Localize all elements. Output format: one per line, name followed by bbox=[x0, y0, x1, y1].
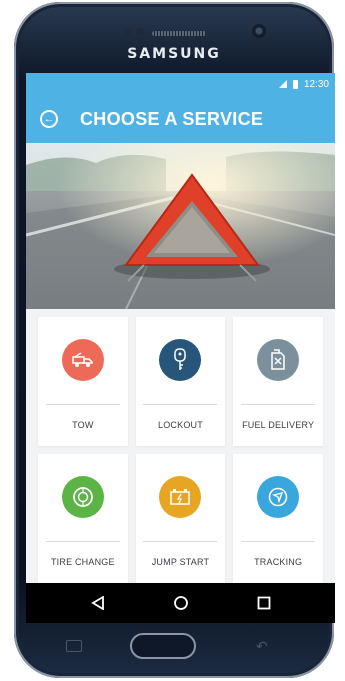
service-grid: TOW LOCKOUT FUEL DELIVERY TIRE CHANGE JU… bbox=[26, 309, 335, 583]
hero-image bbox=[26, 143, 335, 309]
physical-home-button[interactable] bbox=[130, 633, 196, 659]
tow-truck-icon bbox=[61, 339, 104, 381]
car-key-icon bbox=[159, 339, 202, 381]
home-circle-icon[interactable] bbox=[169, 591, 193, 615]
service-tile-tow[interactable]: TOW bbox=[38, 317, 128, 446]
warning-triangle-illustration bbox=[26, 143, 335, 309]
service-tile-tracking[interactable]: TRACKING bbox=[233, 454, 323, 583]
recent-apps-key[interactable] bbox=[66, 640, 82, 652]
service-tile-jump-start[interactable]: JUMP START bbox=[135, 454, 226, 583]
service-label: TRACKING bbox=[254, 557, 303, 567]
tire-icon bbox=[61, 476, 104, 518]
tile-divider bbox=[241, 404, 316, 405]
service-label: TOW bbox=[72, 420, 94, 430]
back-arrow-circle-icon[interactable]: ← bbox=[40, 110, 58, 128]
system-nav-bar bbox=[26, 583, 335, 623]
battery-status-icon bbox=[292, 79, 298, 89]
app-header: ← CHOOSE A SERVICE bbox=[26, 95, 335, 143]
app-screen: 12:30 ← CHOOSE A SERVICE TOW LOCKOUT FUE… bbox=[26, 73, 335, 623]
tile-divider bbox=[241, 541, 316, 542]
status-bar: 12:30 bbox=[26, 73, 335, 95]
service-tile-lockout[interactable]: LOCKOUT bbox=[135, 317, 226, 446]
tile-divider bbox=[45, 541, 120, 542]
service-label: JUMP START bbox=[151, 557, 210, 567]
service-label: FUEL DELIVERY bbox=[242, 420, 315, 430]
device-brand: SAMSUNG bbox=[127, 46, 221, 62]
service-tile-tire-change[interactable]: TIRE CHANGE bbox=[38, 454, 128, 583]
back-key-icon[interactable]: ↶ bbox=[256, 639, 274, 653]
service-tile-fuel-delivery[interactable]: FUEL DELIVERY bbox=[233, 317, 323, 446]
tile-divider bbox=[143, 404, 218, 405]
service-label: LOCKOUT bbox=[158, 420, 203, 430]
status-time: 12:30 bbox=[303, 78, 329, 90]
location-tracking-icon bbox=[257, 476, 300, 518]
recents-square-icon[interactable] bbox=[252, 591, 276, 615]
service-label: TIRE CHANGE bbox=[50, 557, 115, 567]
tile-divider bbox=[45, 404, 120, 405]
front-camera bbox=[252, 24, 266, 38]
earpiece-speaker bbox=[152, 31, 206, 36]
proximity-sensor bbox=[124, 28, 132, 36]
battery-icon bbox=[159, 476, 202, 518]
back-triangle-icon[interactable] bbox=[86, 591, 110, 615]
tile-divider bbox=[143, 541, 218, 542]
signal-icon bbox=[278, 80, 287, 88]
fuel-can-icon bbox=[257, 339, 300, 381]
page-title: CHOOSE A SERVICE bbox=[80, 108, 264, 129]
light-sensor bbox=[136, 28, 144, 36]
